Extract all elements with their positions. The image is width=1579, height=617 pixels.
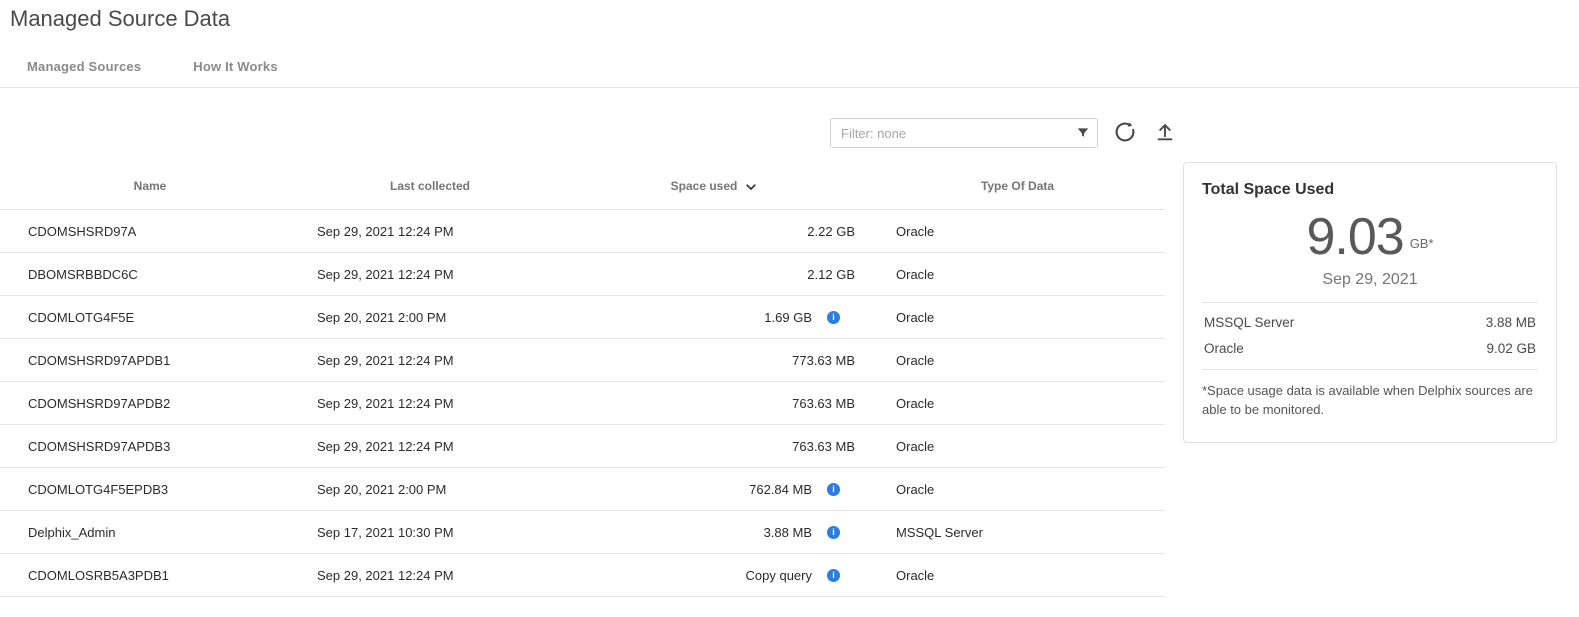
space-used-cell: Copy query: [560, 568, 870, 583]
data-type: Oracle: [870, 396, 1165, 411]
last-collected: Sep 29, 2021 12:24 PM: [300, 396, 560, 411]
breakdown-value: 9.02 GB: [1486, 341, 1536, 356]
space-used-value: 2.22 GB: [807, 224, 855, 239]
space-used-cell: 1.69 GB: [560, 310, 870, 325]
source-name: CDOMLOTG4F5E: [0, 310, 300, 325]
column-header-name[interactable]: Name: [0, 179, 300, 193]
info-icon[interactable]: [812, 483, 855, 496]
column-header-type-of-data[interactable]: Type Of Data: [870, 179, 1165, 193]
breakdown-value: 3.88 MB: [1486, 315, 1536, 330]
data-type: Oracle: [870, 439, 1165, 454]
filter-input[interactable]: [830, 118, 1098, 148]
data-type: Oracle: [870, 568, 1165, 583]
table-row: CDOMLOTG4F5EPDB3 Sep 20, 2021 2:00 PM 76…: [0, 468, 1165, 511]
space-used-cell: 762.84 MB: [560, 482, 870, 497]
space-used-value: 773.63 MB: [792, 353, 855, 368]
column-header-space-used[interactable]: Space used: [560, 177, 870, 195]
footnote: *Space usage data is available when Delp…: [1202, 382, 1538, 420]
page-title: Managed Source Data: [10, 6, 230, 32]
table-row: CDOMLOSRB5A3PDB1 Sep 29, 2021 12:24 PM C…: [0, 554, 1165, 597]
toolbar: [830, 118, 1178, 148]
last-collected: Sep 29, 2021 12:24 PM: [300, 568, 560, 583]
refresh-button[interactable]: [1112, 120, 1138, 146]
tabs-divider: [0, 87, 1579, 88]
source-name: CDOMSHSRD97APDB1: [0, 353, 300, 368]
last-collected: Sep 29, 2021 12:24 PM: [300, 353, 560, 368]
total-space-unit: GB*: [1410, 236, 1434, 251]
total-space-value: 9.03: [1306, 208, 1403, 266]
source-name: CDOMSHSRD97A: [0, 224, 300, 239]
space-used-cell: 773.63 MB: [560, 353, 870, 368]
funnel-icon[interactable]: [1076, 126, 1090, 140]
tab-managed-sources[interactable]: Managed Sources: [27, 59, 141, 74]
table-row: CDOMLOTG4F5E Sep 20, 2021 2:00 PM 1.69 G…: [0, 296, 1165, 339]
managed-sources-table: Name Last collected Space used Type Of D…: [0, 163, 1165, 597]
space-used-value: 3.88 MB: [764, 525, 812, 540]
breakdown-row: MSSQL Server 3.88 MB: [1202, 315, 1538, 330]
table-row: CDOMSHSRD97APDB3 Sep 29, 2021 12:24 PM 7…: [0, 425, 1165, 468]
info-icon[interactable]: [812, 569, 855, 582]
data-type: MSSQL Server: [870, 525, 1165, 540]
table-header: Name Last collected Space used Type Of D…: [0, 163, 1165, 210]
upload-icon: [1154, 121, 1176, 146]
space-used-cell: 763.63 MB: [560, 439, 870, 454]
column-header-space-used-label: Space used: [671, 179, 738, 193]
source-name: CDOMSHSRD97APDB3: [0, 439, 300, 454]
space-used-value: 763.63 MB: [792, 439, 855, 454]
copy-query-action[interactable]: Copy query: [746, 568, 812, 583]
breakdown-label: Oracle: [1204, 341, 1244, 356]
column-header-last-collected[interactable]: Last collected: [300, 179, 560, 193]
space-used-value: 762.84 MB: [749, 482, 812, 497]
source-name: CDOMLOSRB5A3PDB1: [0, 568, 300, 583]
space-used-cell: 2.22 GB: [560, 224, 870, 239]
info-icon[interactable]: [812, 311, 855, 324]
export-button[interactable]: [1152, 120, 1178, 146]
data-type: Oracle: [870, 310, 1165, 325]
last-collected: Sep 29, 2021 12:24 PM: [300, 224, 560, 239]
table-row: CDOMSHSRD97APDB1 Sep 29, 2021 12:24 PM 7…: [0, 339, 1165, 382]
space-used-cell: 2.12 GB: [560, 267, 870, 282]
last-collected: Sep 29, 2021 12:24 PM: [300, 439, 560, 454]
last-collected: Sep 20, 2021 2:00 PM: [300, 310, 560, 325]
chevron-down-icon[interactable]: [743, 179, 759, 195]
panel-title: Total Space Used: [1202, 181, 1538, 199]
space-used-cell: 763.63 MB: [560, 396, 870, 411]
source-name: Delphix_Admin: [0, 525, 300, 540]
table-row: CDOMSHSRD97A Sep 29, 2021 12:24 PM 2.22 …: [0, 210, 1165, 253]
info-icon[interactable]: [812, 526, 855, 539]
table-row: CDOMSHSRD97APDB2 Sep 29, 2021 12:24 PM 7…: [0, 382, 1165, 425]
tab-how-it-works[interactable]: How It Works: [193, 59, 278, 74]
source-name: CDOMLOTG4F5EPDB3: [0, 482, 300, 497]
total-space-used-panel: Total Space Used 9.03 GB* Sep 29, 2021 MS…: [1183, 162, 1557, 443]
data-type: Oracle: [870, 267, 1165, 282]
data-type: Oracle: [870, 224, 1165, 239]
breakdown-label: MSSQL Server: [1204, 315, 1294, 330]
space-used-value: 1.69 GB: [764, 310, 812, 325]
last-collected: Sep 29, 2021 12:24 PM: [300, 267, 560, 282]
last-collected: Sep 17, 2021 10:30 PM: [300, 525, 560, 540]
space-used-cell: 3.88 MB: [560, 525, 870, 540]
refresh-icon: [1113, 120, 1137, 147]
data-type: Oracle: [870, 482, 1165, 497]
panel-divider: [1202, 369, 1538, 370]
panel-divider: [1202, 302, 1538, 303]
data-type: Oracle: [870, 353, 1165, 368]
table-row: Delphix_Admin Sep 17, 2021 10:30 PM 3.88…: [0, 511, 1165, 554]
space-used-value: 2.12 GB: [807, 267, 855, 282]
breakdown-row: Oracle 9.02 GB: [1202, 341, 1538, 356]
tab-bar: Managed Sources How It Works: [27, 59, 278, 74]
source-name: CDOMSHSRD97APDB2: [0, 396, 300, 411]
table-row: DBOMSRBBDC6C Sep 29, 2021 12:24 PM 2.12 …: [0, 253, 1165, 296]
total-space-date: Sep 29, 2021: [1202, 271, 1538, 289]
space-used-value: 763.63 MB: [792, 396, 855, 411]
source-name: DBOMSRBBDC6C: [0, 267, 300, 282]
last-collected: Sep 20, 2021 2:00 PM: [300, 482, 560, 497]
